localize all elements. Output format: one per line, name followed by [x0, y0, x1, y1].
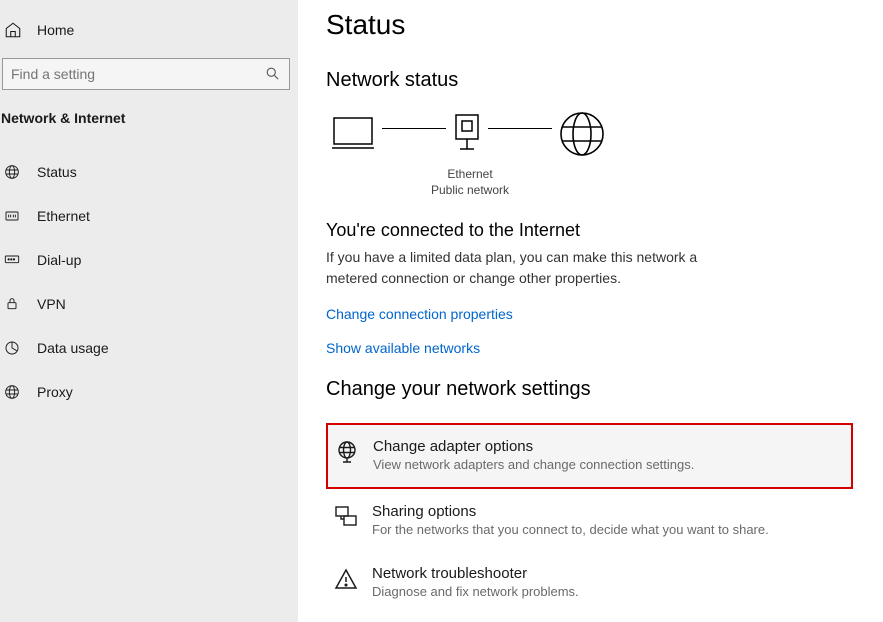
option-title: Sharing options: [372, 503, 769, 520]
sidebar: Home Network & Internet Status Ethernet …: [0, 0, 298, 622]
option-change-adapter[interactable]: Change adapter options View network adap…: [326, 423, 853, 489]
diagram-caption: Ethernet Public network: [326, 166, 614, 198]
adapter-icon: [335, 440, 359, 464]
page-title: Status: [326, 9, 853, 41]
sidebar-item-label: Proxy: [37, 384, 73, 400]
sidebar-section-title: Network & Internet: [0, 110, 298, 150]
connected-description: If you have a limited data plan, you can…: [326, 247, 736, 288]
sidebar-item-label: Status: [37, 164, 77, 180]
dialup-icon: [3, 251, 21, 269]
globe-icon: [3, 163, 21, 181]
option-title: Network troubleshooter: [372, 565, 579, 582]
sidebar-item-vpn[interactable]: VPN: [0, 282, 298, 326]
globe-large-icon: [558, 110, 606, 158]
sharing-icon: [334, 505, 358, 529]
vpn-icon: [3, 295, 21, 313]
home-icon: [3, 20, 23, 40]
option-desc: View network adapters and change connect…: [373, 457, 694, 472]
main-content: Status Network status Ethernet Public ne…: [298, 0, 883, 622]
sidebar-item-datausage[interactable]: Data usage: [0, 326, 298, 370]
nav-home-label: Home: [37, 22, 74, 38]
search-input-container[interactable]: [2, 58, 290, 90]
sidebar-item-label: Dial-up: [37, 252, 81, 268]
data-usage-icon: [3, 339, 21, 357]
option-title: Change adapter options: [373, 438, 694, 455]
sidebar-item-proxy[interactable]: Proxy: [0, 370, 298, 414]
search-input[interactable]: [11, 66, 265, 82]
warning-icon: [334, 567, 358, 591]
diagram-connection-name: Ethernet: [326, 166, 614, 182]
network-diagram: [330, 110, 853, 158]
connected-title: You're connected to the Internet: [326, 220, 853, 241]
link-show-available-networks[interactable]: Show available networks: [326, 340, 853, 356]
sidebar-item-label: Ethernet: [37, 208, 90, 224]
change-settings-heading: Change your network settings: [326, 378, 853, 401]
proxy-icon: [3, 383, 21, 401]
sidebar-item-label: VPN: [37, 296, 66, 312]
sidebar-item-ethernet[interactable]: Ethernet: [0, 194, 298, 238]
network-status-heading: Network status: [326, 69, 853, 92]
computer-icon: [330, 114, 376, 154]
option-desc: Diagnose and fix network problems.: [372, 584, 579, 599]
sidebar-item-dialup[interactable]: Dial-up: [0, 238, 298, 282]
diagram-line: [488, 128, 552, 129]
ethernet-icon: [3, 207, 21, 225]
option-sharing[interactable]: Sharing options For the networks that yo…: [326, 489, 853, 551]
option-desc: For the networks that you connect to, de…: [372, 522, 769, 537]
link-change-connection-properties[interactable]: Change connection properties: [326, 306, 853, 322]
option-troubleshooter[interactable]: Network troubleshooter Diagnose and fix …: [326, 551, 853, 613]
sidebar-item-label: Data usage: [37, 340, 109, 356]
search-icon: [265, 66, 281, 82]
diagram-network-type: Public network: [326, 182, 614, 198]
sidebar-item-status[interactable]: Status: [0, 150, 298, 194]
nav-home[interactable]: Home: [0, 20, 298, 58]
diagram-line: [382, 128, 446, 129]
router-icon: [452, 113, 482, 155]
